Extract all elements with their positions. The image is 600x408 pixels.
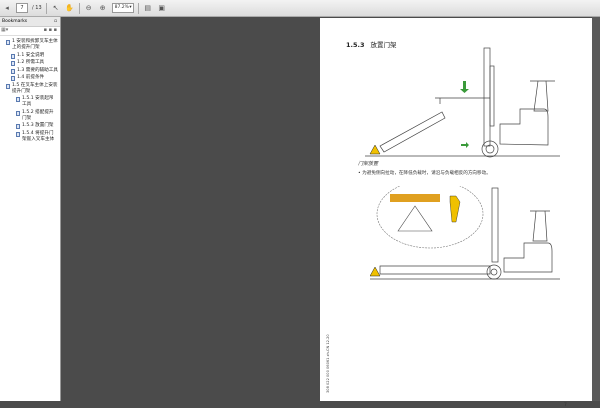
bookmark-icon [16,110,20,116]
zoom-select[interactable]: 87.2% ▾ [111,3,134,13]
toolbar: ◂ 7 / 13 ↖ ✋ ⊖ ⊕ 87.2% ▾ ▤ ▣ [0,0,600,17]
bullet-text: • 为避免侧向拉动，在降低负载时，请沿与负载相反的方向移动。 [358,171,491,176]
zoom-in-icon[interactable]: ⊕ [98,3,108,13]
bookmark-item[interactable]: 1.5 在叉车主体上安装提升门架 [0,83,60,97]
bookmark-item[interactable]: 1.5.4 将提升门架嵌入叉车主体 [0,131,60,145]
divider [45,2,47,14]
bookmark-icon [16,131,20,137]
bookmark-item[interactable]: 1.2 所需工具 [0,60,60,68]
bullet-label: 为避免侧向拉动，在降低负载时，请沿与负载相反的方向移动。 [362,171,491,176]
divider [137,2,139,14]
bookmark-label: 1.5.1 安装起吊工具 [22,96,54,107]
bookmarks-header: Bookmarks ▫ [0,17,60,27]
pdf-page: 1.5.3 放置门架 门架放置 • 为避免侧向拉动，在降低负载时，请沿与负载相反的… [320,18,592,408]
bookmark-icon [16,124,20,129]
select-tool-icon[interactable]: ↖ [51,3,61,13]
bookmark-label: 1.3 需要的辅助工具 [17,67,58,73]
bookmark-label: 1.2 所需工具 [17,60,45,65]
bookmark-icon [11,68,15,74]
bookmark-item[interactable]: 1.3 需要的辅助工具 [0,68,60,76]
prev-page-icon[interactable]: ◂ [2,3,12,13]
warning-icon [369,144,381,155]
fit-width-icon[interactable]: ▣ [157,3,167,13]
bookmark-item[interactable]: 1.1 安全说明 [0,53,60,61]
bookmark-item[interactable]: 1.4 前提条件 [0,75,60,83]
options-icon[interactable]: ▦▾ [1,27,8,33]
bookmarks-title: Bookmarks [2,19,28,24]
bookmarks-panel: Bookmarks ▫ ▦▾ ▪ ▪ ▪ 1 安装和拆卸叉车主体上的提升门架 1.1 … [0,17,61,401]
mast-placement-illustration [370,186,560,280]
bookmark-label: 1.5.2 搭配提升门架 [22,109,54,121]
bookmark-item[interactable]: 1 安装和拆卸叉车主体上的提升门架 [0,39,60,53]
bookmarks-tools: ▦▾ ▪ ▪ ▪ [0,27,60,36]
bookmark-label: 1.5 在叉车主体上安装提升门架 [12,82,58,94]
warning-icon [370,266,381,277]
total-pages: / 13 [32,5,42,11]
zoom-out-icon[interactable]: ⊖ [84,3,94,13]
bookmark-label: 1.4 前提条件 [17,75,45,80]
bookmark-icon [11,61,15,66]
zoom-value: 87.2% [114,5,129,10]
bookmark-item[interactable]: 1.5.1 安装起吊工具 [0,96,60,110]
page-number: 7 [564,403,567,408]
mast-lowering-illustration [365,47,560,158]
figure-caption: 门架放置 [358,161,379,167]
bookmark-icon [6,83,10,89]
bookmark-icon [16,97,20,102]
bookmark-item[interactable]: 1.5.3 放置门架 [0,123,60,131]
bookmark-icon [6,40,10,45]
scrollbar[interactable] [592,17,600,401]
fit-page-icon[interactable]: ▤ [143,3,153,13]
bookmark-action-icons[interactable]: ▪ ▪ ▪ [44,27,57,33]
chevron-down-icon: ▾ [129,5,132,10]
hand-tool-icon[interactable]: ✋ [65,3,75,13]
bookmark-icon [11,53,15,59]
bookmark-label: 1.5.4 将提升门架嵌入叉车主体 [22,130,55,142]
bookmark-label: 1 安装和拆卸叉车主体上的提升门架 [12,39,58,50]
close-icon[interactable]: ▫ [54,17,57,27]
page-number-input[interactable]: 7 [16,3,28,13]
bookmark-label: 1.1 安全说明 [17,52,45,58]
divider [78,2,80,14]
bookmark-item[interactable]: 1.5.2 搭配提升门架 [0,110,60,124]
bookmark-icon [11,76,15,81]
bookmark-label: 1.5.3 放置门架 [22,123,54,128]
document-code: 308 022 000 06061 zh-CN 12.20 [326,334,330,393]
